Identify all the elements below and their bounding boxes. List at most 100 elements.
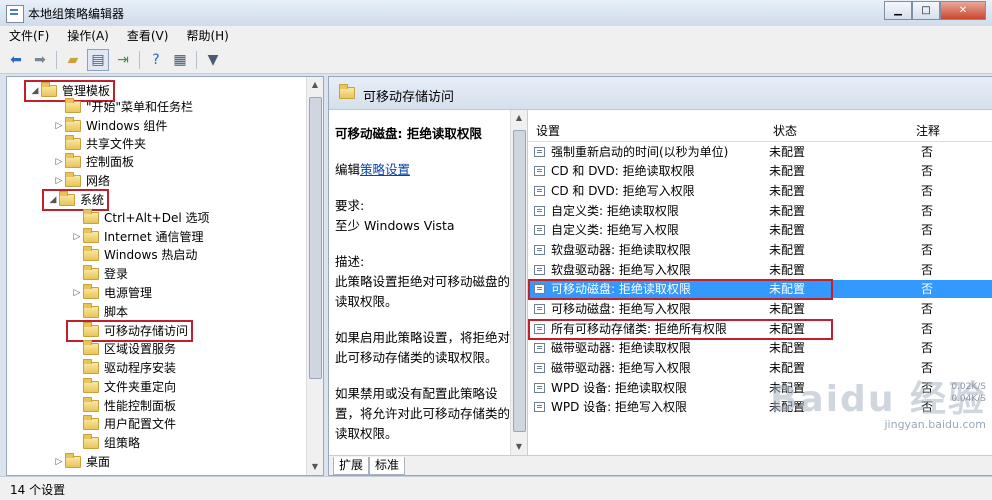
policy-setting-icon [534,402,545,412]
tree-item-scripts[interactable]: 脚本 [71,303,128,321]
list-row[interactable]: CD 和 DVD: 拒绝写入权限 未配置 否 [528,182,992,200]
tree-item-performance-control-panel[interactable]: 性能控制面板 [71,397,176,415]
menu-action[interactable]: 操作(A) [58,26,118,46]
upload-rate: 0.02K/S [951,382,986,392]
collapsed-arrow-icon[interactable]: ▷ [53,453,65,471]
list-header: 设置 状态 注释 [528,119,992,142]
collapsed-arrow-icon[interactable]: ▷ [71,228,83,246]
list-row[interactable]: 磁带驱动器: 拒绝读取权限 未配置 否 [528,339,992,357]
tree-item-folder-redirection[interactable]: 文件夹重定向 [71,378,176,396]
tree-item-locale-services[interactable]: 区域设置服务 [71,340,176,358]
tree-item-driver-installation[interactable]: 驱动程序安装 [71,359,176,377]
tree-item-power-management[interactable]: ▷ 电源管理 [71,284,152,302]
list-row[interactable]: 软盘驱动器: 拒绝写入权限 未配置 否 [528,261,992,279]
tab-extended[interactable]: 扩展 [333,457,370,475]
tree-item-shared-folders[interactable]: 共享文件夹 [53,135,146,153]
list-row[interactable]: CD 和 DVD: 拒绝读取权限 未配置 否 [528,162,992,180]
column-state[interactable]: 状态 [773,122,797,139]
tree-item-system[interactable]: ◢ 系统 [42,189,110,211]
expanded-arrow-icon[interactable]: ◢ [47,191,59,209]
tree-item-label: 控制面板 [86,155,135,169]
list-row-selected[interactable]: 可移动磁盘: 拒绝读取权限 未配置 否 [528,280,992,298]
folder-icon [83,265,99,280]
policy-setting-icon [534,186,545,196]
tree-item-label: 驱动程序安装 [104,361,177,375]
row-setting: CD 和 DVD: 拒绝读取权限 [551,164,695,178]
tree-scrollbar[interactable]: ▲ ▼ [306,77,323,475]
tree-item-windows-hotstart[interactable]: Windows 热启动 [71,246,197,264]
maximize-button[interactable]: □ [912,1,940,20]
menu-help[interactable]: 帮助(H) [177,26,237,46]
list-row[interactable]: 软盘驱动器: 拒绝读取权限 未配置 否 [528,241,992,259]
edit-line: 编辑策略设置 [335,160,510,180]
minimize-button[interactable]: ▁ [884,1,912,20]
description-scrollbar[interactable]: ▲ ▼ [510,110,527,455]
row-state: 未配置 [769,204,806,218]
scroll-thumb[interactable] [309,97,322,379]
tree-item-internet-communication[interactable]: ▷ Internet 通信管理 [71,228,203,246]
help-icon[interactable]: ? [146,50,166,70]
tree-item-network[interactable]: ▷ 网络 [53,172,110,190]
back-icon[interactable]: ⬅ [6,50,26,70]
collapsed-arrow-icon[interactable]: ▷ [53,172,65,190]
tree-item-logon[interactable]: 登录 [71,265,128,283]
close-button[interactable]: ✕ [940,1,986,20]
menu-view[interactable]: 查看(V) [118,26,178,46]
tree-arrow: ▷ [73,288,81,298]
watermark: 0.02K/S 0.04K/S Baidu 经验 jingyan.baidu.c… [770,381,986,431]
list-row[interactable]: 自定义类: 拒绝写入权限 未配置 否 [528,221,992,239]
column-comment[interactable]: 注释 [916,122,940,139]
tree-item-start-menu[interactable]: "开始"菜单和任务栏 [53,98,193,116]
list-row[interactable]: 磁带驱动器: 拒绝写入权限 未配置 否 [528,359,992,377]
tab-standard[interactable]: 标准 [369,457,406,475]
description-panel: 可移动磁盘: 拒绝读取权限 编辑策略设置 要求: 至少 Windows Vist… [329,110,527,455]
network-rates: 0.02K/S 0.04K/S [951,381,986,405]
show-hide-tree-icon[interactable]: ▤ [87,48,109,71]
menu-file[interactable]: 文件(F) [0,26,58,46]
policy-setting-icon [534,166,545,176]
row-comment: 否 [921,302,934,316]
scroll-up-arrow-icon[interactable]: ▲ [307,77,323,93]
row-setting: WPD 设备: 拒绝读取权限 [551,381,688,395]
row-comment: 否 [921,341,934,355]
collapsed-arrow-icon[interactable]: ▷ [53,153,65,171]
policy-setting-icon [534,343,545,353]
properties-icon[interactable]: ▦ [170,50,190,70]
tree-item-label: 登录 [104,267,129,281]
tree-item-group-policy[interactable]: 组策略 [71,434,140,452]
tree-pane[interactable]: ◢ 管理模板 "开始"菜单和任务栏 ▷ Windows 组件 共享文件夹 ▷ 控… [6,76,324,476]
list-row[interactable]: 自定义类: 拒绝读取权限 未配置 否 [528,202,992,220]
row-setting: 强制重新启动的时间(以秒为单位) [551,145,729,159]
list-row[interactable]: 强制重新启动的时间(以秒为单位) 未配置 否 [528,143,992,161]
filter-icon[interactable]: ▼ [203,50,223,70]
row-setting: 可移动磁盘: 拒绝写入权限 [551,302,691,316]
column-setting[interactable]: 设置 [536,122,560,139]
forward-icon[interactable]: ➡ [30,50,50,70]
tree-item-desktop[interactable]: ▷ 桌面 [53,453,110,471]
up-folder-icon[interactable]: ▰ [63,50,83,70]
scroll-down-arrow-icon[interactable]: ▼ [511,439,527,455]
tree-item-windows-components[interactable]: ▷ Windows 组件 [53,117,167,135]
row-setting: 磁带驱动器: 拒绝写入权限 [551,361,691,375]
scroll-down-arrow-icon[interactable]: ▼ [307,459,323,475]
folder-icon [65,453,81,468]
policy-setting-icon [534,304,545,314]
list-row[interactable]: 可移动磁盘: 拒绝写入权限 未配置 否 [528,300,992,318]
export-icon[interactable]: ⇥ [113,50,133,70]
list-row[interactable]: 所有可移动存储类: 拒绝所有权限 未配置 否 [528,320,992,338]
tree-item-user-profiles[interactable]: 用户配置文件 [71,415,176,433]
scroll-up-arrow-icon[interactable]: ▲ [511,110,527,126]
scroll-thumb[interactable] [513,130,526,432]
tree-item-ctrl-alt-del[interactable]: Ctrl+Alt+Del 选项 [71,209,209,227]
toolbar-separator [139,50,140,69]
expanded-arrow-icon[interactable]: ◢ [29,82,41,100]
tree-item-control-panel[interactable]: ▷ 控制面板 [53,153,134,171]
policy-setting-icon [534,383,545,393]
row-state: 未配置 [769,282,806,296]
tree-item-label: 系统 [80,193,105,207]
policy-name: 可移动磁盘: 拒绝读取权限 [335,126,482,141]
tree-item-removable-storage-access[interactable]: 可移动存储访问 [66,320,194,342]
collapsed-arrow-icon[interactable]: ▷ [53,117,65,135]
toolbar-separator [196,50,197,69]
policy-settings-link[interactable]: 策略设置 [360,162,410,177]
